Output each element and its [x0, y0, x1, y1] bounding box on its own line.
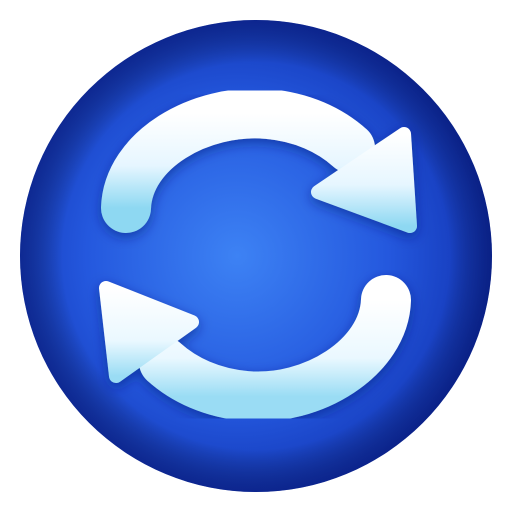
sync-app-icon — [0, 0, 512, 512]
sync-icon — [20, 20, 492, 492]
